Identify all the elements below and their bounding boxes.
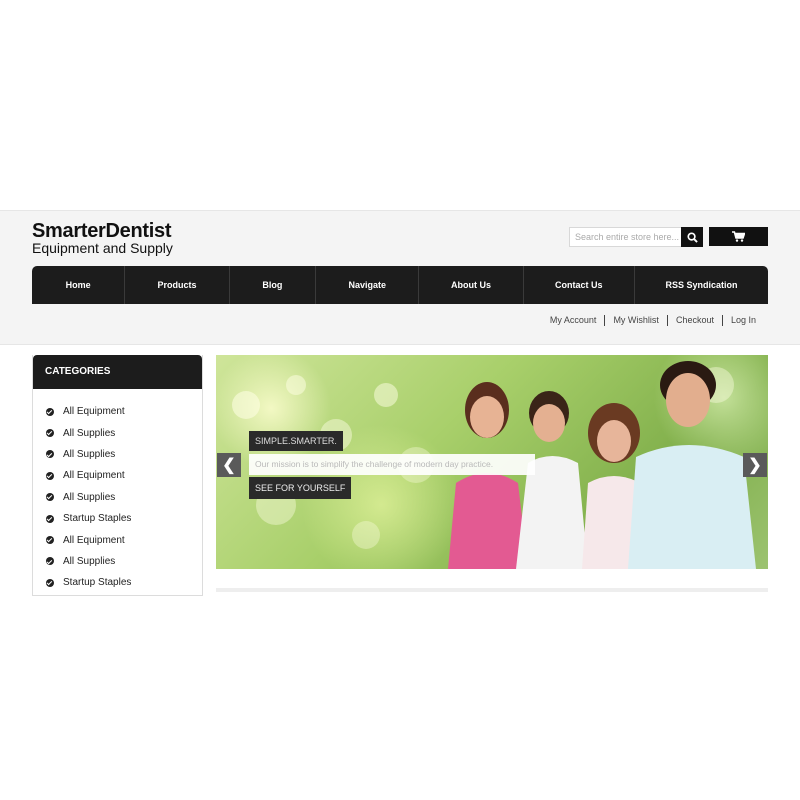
search-button[interactable]	[681, 227, 703, 247]
my-account-link[interactable]: My Account	[542, 315, 605, 326]
account-links: My Account My Wishlist Checkout Log In	[542, 315, 764, 326]
logo-subtitle: Equipment and Supply	[32, 240, 173, 256]
category-item[interactable]: All Supplies	[33, 422, 202, 443]
nav-item-navigate[interactable]: Navigate	[316, 266, 420, 304]
category-label: All Supplies	[63, 448, 116, 460]
category-label: All Supplies	[63, 555, 116, 567]
check-circle-icon	[46, 578, 54, 587]
category-label: Startup Staples	[63, 513, 132, 525]
chevron-left-icon: ❮	[222, 457, 236, 474]
category-label: All Equipment	[63, 534, 125, 546]
nav-item-home[interactable]: Home	[32, 266, 126, 304]
category-item[interactable]: Startup Staples	[33, 508, 202, 529]
checkout-link[interactable]: Checkout	[666, 315, 722, 326]
nav-item-about-us[interactable]: About Us	[419, 266, 524, 304]
check-circle-icon	[46, 514, 54, 523]
see-for-yourself-button[interactable]: SEE FOR YOURSELF	[249, 477, 352, 499]
check-circle-icon	[46, 407, 54, 416]
category-item[interactable]: All Supplies	[33, 551, 202, 572]
main-nav: Home Products Blog Navigate About Us Con…	[32, 266, 768, 304]
categories-panel: CATEGORIES All Equipment All Supplies Al…	[32, 355, 203, 596]
check-circle-icon	[46, 536, 54, 545]
category-item[interactable]: All Equipment	[33, 401, 202, 422]
category-item[interactable]: All Equipment	[33, 529, 202, 550]
cart-button[interactable]	[709, 227, 768, 246]
category-label: Startup Staples	[63, 577, 132, 589]
category-label: All Equipment	[63, 406, 125, 418]
chevron-right-icon: ❯	[748, 457, 762, 474]
site-logo[interactable]: SmarterDentist Equipment and Supply	[32, 221, 173, 255]
nav-item-contact-us[interactable]: Contact Us	[524, 266, 635, 304]
slider-prev-button[interactable]: ❮	[217, 453, 241, 477]
hero-mission: Our mission is to simplify the challenge…	[249, 454, 535, 475]
category-label: All Equipment	[63, 470, 125, 482]
cart-icon	[732, 231, 745, 242]
slider-next-button[interactable]: ❯	[743, 453, 767, 477]
check-circle-icon	[46, 471, 54, 480]
nav-item-rss-syndication[interactable]: RSS Syndication	[635, 266, 768, 304]
nav-item-products[interactable]: Products	[125, 266, 230, 304]
category-item[interactable]: All Supplies	[33, 444, 202, 465]
search-icon	[686, 231, 698, 243]
check-circle-icon	[46, 429, 54, 438]
category-label: All Supplies	[63, 427, 116, 439]
logo-title: SmarterDentist	[32, 220, 172, 242]
content-divider	[216, 588, 768, 592]
category-item[interactable]: All Equipment	[33, 465, 202, 486]
search-input[interactable]: Search entire store here...	[569, 227, 686, 247]
hero-tagline: SIMPLE.SMARTER.	[249, 431, 343, 451]
category-label: All Supplies	[63, 491, 116, 503]
header-band: SmarterDentist Equipment and Supply Sear…	[0, 210, 800, 345]
log-in-link[interactable]: Log In	[721, 315, 764, 326]
my-wishlist-link[interactable]: My Wishlist	[604, 315, 667, 326]
check-circle-icon	[46, 450, 54, 459]
category-item[interactable]: All Supplies	[33, 487, 202, 508]
category-item[interactable]: Startup Staples	[33, 572, 202, 593]
categories-title: CATEGORIES	[33, 355, 202, 389]
categories-list: All Equipment All Supplies All Supplies …	[33, 389, 202, 594]
check-circle-icon	[46, 493, 54, 502]
nav-item-blog[interactable]: Blog	[230, 266, 317, 304]
check-circle-icon	[46, 557, 54, 566]
